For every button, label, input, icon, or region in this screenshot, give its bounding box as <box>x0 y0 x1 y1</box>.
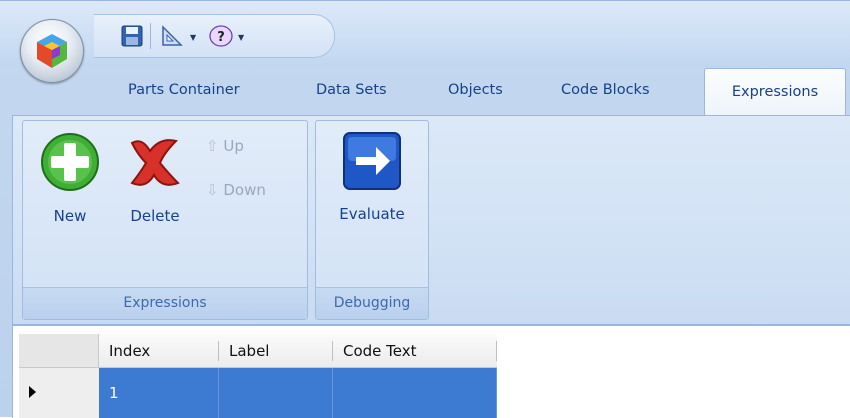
arrow-right-icon <box>343 132 401 190</box>
group-caption-expressions: Expressions <box>23 287 307 319</box>
current-row-arrow-icon <box>29 386 36 398</box>
expressions-grid-area: Index Label Code Text 1 <box>12 325 850 418</box>
qat-separator <box>150 23 151 49</box>
add-icon <box>41 133 99 191</box>
app-logo-icon <box>37 34 67 68</box>
evaluate-label: Evaluate <box>339 205 405 223</box>
column-header-label: Label <box>229 342 270 360</box>
down-label: Down <box>223 181 266 199</box>
grid-corner <box>19 334 99 368</box>
new-label: New <box>53 207 87 225</box>
group-caption-debugging: Debugging <box>316 287 428 319</box>
arrow-down-icon: ⇩ <box>206 181 219 199</box>
quick-access-toolbar: ▼ ? ▼ <box>94 14 335 58</box>
evaluate-button[interactable]: Evaluate <box>326 131 418 223</box>
table-cell-code-text[interactable] <box>333 368 497 418</box>
group-debugging: Evaluate Debugging <box>315 120 429 320</box>
row-header[interactable] <box>19 368 100 418</box>
ribbon-tabs: Parts Container Data Sets Objects Code B… <box>0 66 850 116</box>
tab-expressions[interactable]: Expressions <box>704 68 846 116</box>
tab-data-sets[interactable]: Data Sets <box>316 77 387 104</box>
svg-text:?: ? <box>217 30 225 45</box>
title-bar: ▼ ? ▼ <box>0 0 850 67</box>
column-header-label: Code Text <box>343 342 417 360</box>
new-button[interactable]: New <box>35 131 105 225</box>
table-cell-label[interactable] <box>219 368 333 418</box>
column-header-code-text[interactable]: Code Text <box>333 334 497 368</box>
application-menu-button[interactable] <box>20 19 84 83</box>
delete-x-icon <box>130 139 180 186</box>
arrow-up-icon: ⇧ <box>206 137 219 155</box>
column-header-label-col[interactable]: Label <box>219 334 333 368</box>
chevron-down-icon[interactable]: ▼ <box>238 33 244 42</box>
chevron-down-icon[interactable]: ▼ <box>190 33 196 42</box>
column-header-index[interactable]: Index <box>99 334 219 368</box>
triangle-ruler-icon[interactable] <box>160 24 184 48</box>
delete-button[interactable]: Delete <box>115 133 195 225</box>
app-window: ▼ ? ▼ Parts Container Data Sets Objects … <box>0 0 850 418</box>
up-button[interactable]: ⇧ Up <box>206 137 244 155</box>
tab-code-blocks[interactable]: Code Blocks <box>561 77 650 104</box>
table-cell-index[interactable]: 1 <box>99 368 219 418</box>
help-icon[interactable]: ? <box>208 24 233 48</box>
down-button[interactable]: ⇩ Down <box>206 181 266 199</box>
ribbon-panel: New Delete ⇧ Up ⇩ Down Expressions Evalu… <box>12 115 850 325</box>
up-label: Up <box>223 137 244 155</box>
delete-label: Delete <box>130 207 180 225</box>
tab-objects[interactable]: Objects <box>448 77 503 104</box>
save-icon[interactable] <box>120 24 144 48</box>
tab-parts-container[interactable]: Parts Container <box>128 77 240 104</box>
column-header-label: Index <box>109 342 151 360</box>
group-expressions: New Delete ⇧ Up ⇩ Down Expressions <box>22 120 308 320</box>
